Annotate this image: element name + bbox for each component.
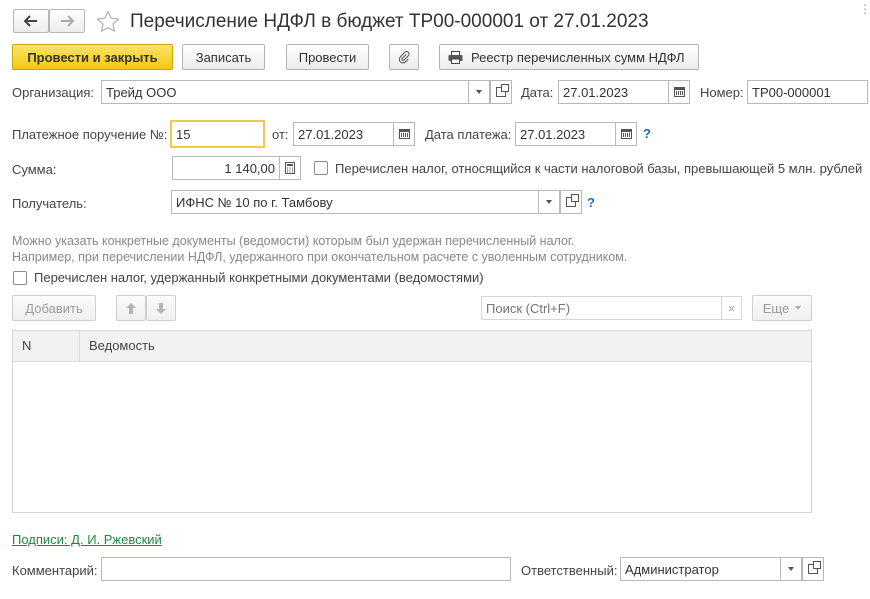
signatures-link[interactable]: Подписи: Д. И. Ржевский: [12, 532, 162, 547]
comment-label: Комментарий:: [12, 563, 98, 578]
payment-order-label: Платежное поручение №:: [12, 127, 168, 142]
specific-docs-label: Перечислен налог, удержанный конкретными…: [34, 270, 484, 285]
attach-button[interactable]: [389, 44, 419, 70]
open-icon: [566, 194, 579, 207]
payment-help-icon[interactable]: ?: [643, 126, 651, 141]
calendar-icon: [620, 129, 632, 139]
more-menu-icon[interactable]: ⋮: [859, 2, 870, 16]
search-clear-button[interactable]: ×: [721, 296, 742, 320]
pay-date-field[interactable]: 27.01.2023: [515, 122, 617, 146]
post-button[interactable]: Провести: [286, 44, 369, 70]
post-and-close-button[interactable]: Провести и закрыть: [12, 44, 173, 70]
number-field[interactable]: ТР00-000001: [747, 80, 868, 104]
org-field[interactable]: Трейд ООО: [101, 80, 490, 104]
move-down-button[interactable]: [146, 295, 176, 321]
more-button[interactable]: Еще: [752, 295, 812, 321]
comment-field[interactable]: [101, 557, 511, 581]
arrow-left-icon: [24, 15, 37, 27]
calendar-icon: [398, 129, 410, 139]
printer-icon: [448, 50, 463, 64]
hint-line-1: Можно указать конкретные документы (ведо…: [12, 234, 575, 248]
org-label: Организация:: [12, 85, 95, 100]
date-field[interactable]: 27.01.2023: [558, 80, 670, 104]
recipient-field[interactable]: ИФНС № 10 по г. Тамбову: [171, 190, 561, 214]
responsible-dropdown-button[interactable]: [780, 557, 802, 581]
column-header-n[interactable]: N: [13, 331, 80, 361]
number-label: Номер:: [700, 85, 744, 100]
calculator-button[interactable]: [279, 156, 301, 180]
arrow-up-icon: [126, 302, 136, 314]
over-5m-checkbox[interactable]: [314, 161, 328, 175]
pay-date-calendar-button[interactable]: [615, 122, 637, 146]
responsible-field[interactable]: Администратор: [620, 557, 802, 581]
payment-from-label: от:: [272, 127, 289, 142]
payment-from-calendar-button[interactable]: [393, 122, 415, 146]
registry-button-label: Реестр перечисленных сумм НДФЛ: [471, 49, 685, 65]
payment-order-number-field[interactable]: 15: [170, 120, 265, 148]
chevron-down-icon: [795, 306, 802, 310]
documents-table[interactable]: N Ведомость: [12, 330, 812, 513]
column-header-statement[interactable]: Ведомость: [80, 331, 811, 361]
arrow-right-icon: [61, 15, 74, 27]
recipient-open-button[interactable]: [560, 190, 582, 214]
star-icon[interactable]: [96, 10, 120, 33]
recipient-label: Получатель:: [12, 196, 87, 211]
paperclip-icon: [398, 51, 410, 64]
chevron-down-icon: [476, 90, 482, 94]
calculator-icon: [285, 162, 295, 174]
move-up-button[interactable]: [116, 295, 146, 321]
org-open-button[interactable]: [490, 80, 512, 104]
sum-label: Сумма:: [12, 162, 57, 177]
save-button[interactable]: Записать: [182, 44, 265, 70]
recipient-help-icon[interactable]: ?: [587, 195, 595, 210]
more-button-label: Еще: [762, 300, 790, 316]
date-calendar-button[interactable]: [668, 80, 690, 104]
search-input[interactable]: [481, 296, 722, 320]
chevron-down-icon: [788, 567, 794, 571]
recipient-dropdown-button[interactable]: [538, 190, 560, 214]
chevron-down-icon: [546, 200, 552, 204]
org-dropdown-button[interactable]: [468, 80, 490, 104]
table-header: N Ведомость: [13, 331, 811, 362]
page-title: Перечисление НДФЛ в бюджет ТР00-000001 о…: [130, 11, 649, 32]
date-label: Дата:: [521, 85, 554, 100]
open-icon: [496, 84, 509, 97]
registry-button[interactable]: Реестр перечисленных сумм НДФЛ: [439, 44, 699, 70]
forward-button[interactable]: [49, 9, 85, 33]
sum-field[interactable]: 1 140,00: [172, 156, 280, 180]
add-row-button[interactable]: Добавить: [12, 295, 96, 321]
responsible-label: Ответственный:: [521, 563, 618, 578]
hint-line-2: Например, при перечислении НДФЛ, удержан…: [12, 250, 628, 264]
specific-docs-checkbox[interactable]: [13, 271, 27, 285]
calendar-icon: [673, 87, 685, 97]
pay-date-label: Дата платежа:: [425, 127, 512, 142]
open-icon: [808, 561, 821, 574]
arrow-down-icon: [156, 302, 166, 314]
payment-from-date-field[interactable]: 27.01.2023: [293, 122, 395, 146]
responsible-open-button[interactable]: [802, 557, 824, 581]
over-5m-label: Перечислен налог, относящийся к части на…: [335, 161, 863, 176]
back-button[interactable]: [13, 9, 49, 33]
